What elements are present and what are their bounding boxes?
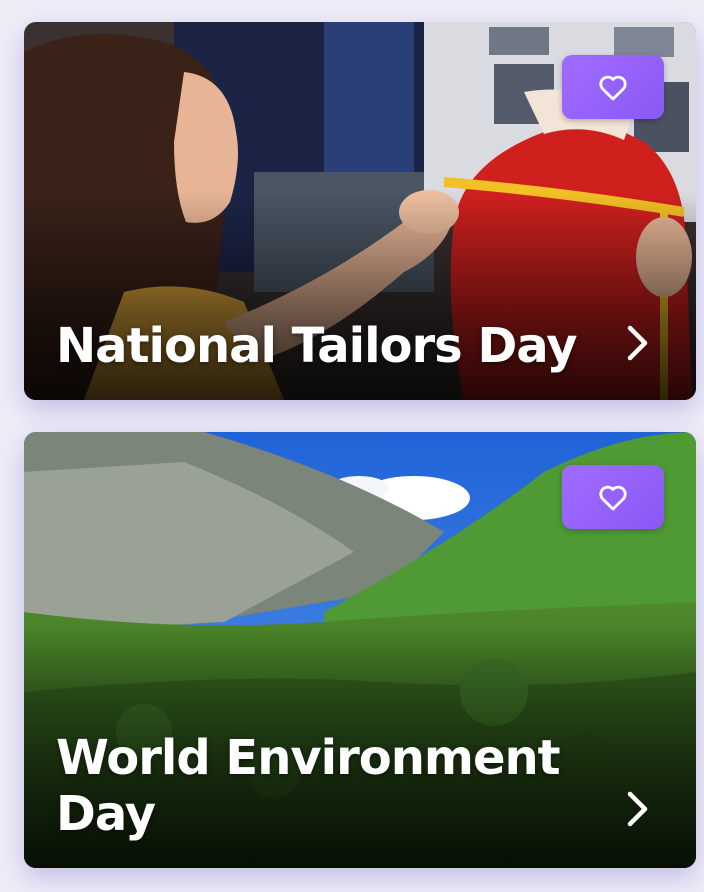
heart-outline-icon [599, 485, 627, 511]
event-title: National Tailors Day [56, 318, 578, 374]
chevron-right-icon [627, 791, 648, 827]
favorite-button[interactable] [562, 465, 664, 529]
favorite-button[interactable] [562, 55, 664, 119]
heart-outline-icon [599, 75, 627, 101]
event-title: World Environment Day [56, 730, 561, 842]
event-feed: National Tailors Day World Environment D… [0, 0, 704, 892]
chevron-right-icon [627, 325, 648, 361]
open-event-button[interactable] [618, 786, 658, 832]
event-card[interactable]: National Tailors Day [24, 22, 696, 400]
event-card[interactable]: World Environment Day [24, 432, 696, 868]
open-event-button[interactable] [618, 320, 658, 366]
